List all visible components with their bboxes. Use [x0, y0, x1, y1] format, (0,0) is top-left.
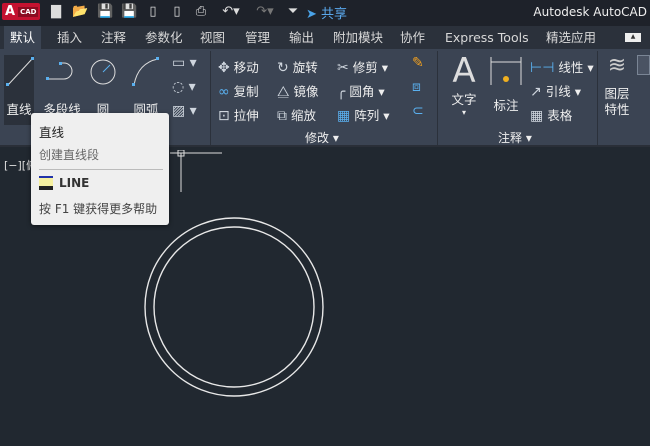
ellipse-icon[interactable]: ◌ ▾ — [172, 79, 196, 95]
circle-icon — [90, 59, 116, 85]
copy-button[interactable]: ∞ 复制 — [218, 81, 259, 100]
dimension-icon — [490, 57, 522, 85]
app-title: Autodesk AutoCAD — [533, 5, 647, 19]
mirror-icon: ⧋ — [277, 84, 290, 100]
tab-express-tools[interactable]: Express Tools — [439, 26, 535, 49]
divider — [39, 169, 163, 170]
scale-icon: ⧉ — [277, 108, 287, 124]
tab-view[interactable]: 视图 — [194, 26, 231, 49]
divider — [597, 51, 598, 145]
share-button[interactable]: ➤ 共享 — [306, 3, 347, 22]
open-from-mobile-icon[interactable]: ▯ — [145, 4, 161, 20]
stretch-button[interactable]: ⊡ 拉伸 — [218, 105, 259, 124]
send-icon: ➤ — [306, 7, 317, 22]
rotate-button[interactable]: ↻ 旋转 — [277, 57, 318, 76]
scale-button[interactable]: ⧉ 缩放 — [277, 105, 316, 124]
fillet-icon: ╭ — [337, 84, 346, 100]
rectangle-icon[interactable]: ▭ ▾ — [172, 55, 197, 71]
layers-icon: ≋ — [607, 53, 627, 78]
erase-icon[interactable]: ✎ — [412, 55, 424, 71]
offset-icon[interactable]: ⊂ — [412, 103, 424, 119]
print-icon[interactable]: ⎙ — [193, 4, 209, 20]
scissors-icon: ✂ — [337, 60, 349, 76]
save-as-icon[interactable]: 💾 — [121, 4, 137, 20]
tab-output[interactable]: 输出 — [283, 26, 320, 49]
rotate-icon: ↻ — [277, 60, 289, 76]
inner-circle[interactable] — [153, 226, 315, 388]
linear-icon: ⊢⊣ — [530, 60, 555, 76]
table-icon: ▦ — [530, 108, 544, 124]
annotation-panel-label[interactable]: 注释 ▾ — [498, 129, 532, 146]
table-button[interactable]: ▦ 表格 — [530, 105, 572, 124]
arc-icon — [132, 57, 159, 86]
text-button[interactable]: A 文字 ▾ — [447, 53, 481, 123]
mirror-button[interactable]: ⧋ 镜像 — [277, 81, 319, 100]
array-button[interactable]: ▦ 阵列 ▾ — [337, 105, 389, 124]
tab-addins[interactable]: 附加模块 — [327, 26, 389, 49]
divider — [437, 51, 438, 145]
redo-icon[interactable]: ↷▾ — [252, 4, 278, 20]
app-logo[interactable]: A CAD — [2, 3, 40, 20]
explode-icon[interactable]: ⧈ — [412, 79, 421, 95]
dimension-button[interactable]: 标注 — [488, 55, 524, 125]
open-folder-icon[interactable]: 📂 — [72, 4, 88, 20]
save-icon[interactable]: 💾 — [97, 4, 113, 20]
trim-button[interactable]: ✂ 修剪 ▾ — [337, 57, 388, 76]
modify-panel-label[interactable]: 修改 ▾ — [305, 129, 339, 146]
polyline-icon — [46, 62, 73, 80]
tab-annotate[interactable]: 注释 — [95, 26, 132, 49]
divider — [210, 51, 211, 145]
tab-default[interactable]: 默认 — [4, 26, 42, 49]
command-icon — [39, 176, 53, 190]
stretch-icon: ⊡ — [218, 108, 230, 124]
ribbon-tabs: 默认 插入 注释 参数化 视图 管理 输出 附加模块 协作 Express To… — [0, 26, 650, 49]
layer-bulb-icon[interactable] — [637, 55, 650, 75]
layer-properties-button[interactable]: ≋ 图层 特性 — [600, 53, 634, 125]
undo-icon[interactable]: ↶▾ — [218, 4, 244, 20]
linear-dimension-button[interactable]: ⊢⊣ 线性 ▾ — [530, 57, 594, 76]
line-icon — [6, 57, 34, 86]
leader-icon: ↗ — [530, 84, 542, 100]
title-bar: A CAD ▇ 📂 💾 💾 ▯ ▯ ⎙ ↶▾ ↷▾ ⏷ ➤ 共享 Autodesk… — [0, 0, 650, 26]
tab-manage[interactable]: 管理 — [239, 26, 276, 49]
minimize-ribbon-icon[interactable]: ▲ — [625, 33, 641, 42]
customize-dropdown-icon[interactable]: ⏷ — [285, 4, 301, 20]
move-icon: ✥ — [218, 60, 230, 76]
tab-collaborate[interactable]: 协作 — [394, 26, 431, 49]
fillet-button[interactable]: ╭ 圆角 ▾ — [337, 81, 385, 100]
hatch-icon[interactable]: ▨ ▾ — [172, 103, 197, 119]
line-button[interactable]: 直线 — [4, 55, 34, 125]
tab-insert[interactable]: 插入 — [51, 26, 88, 49]
leader-button[interactable]: ↗ 引线 ▾ — [530, 81, 581, 100]
outer-circle[interactable] — [144, 217, 324, 397]
tab-featured-apps[interactable]: 精选应用 — [540, 26, 602, 49]
array-icon: ▦ — [337, 108, 351, 124]
tab-parametric[interactable]: 参数化 — [139, 26, 189, 49]
move-button[interactable]: ✥ 移动 — [218, 57, 259, 76]
copy-icon: ∞ — [218, 84, 230, 100]
new-file-icon[interactable]: ▇ — [48, 4, 64, 20]
line-tooltip: 直线 创建直线段 LINE 按 F1 键获得更多帮助 — [31, 113, 169, 225]
save-to-mobile-icon[interactable]: ▯ — [169, 4, 185, 20]
text-icon: A — [452, 51, 476, 91]
